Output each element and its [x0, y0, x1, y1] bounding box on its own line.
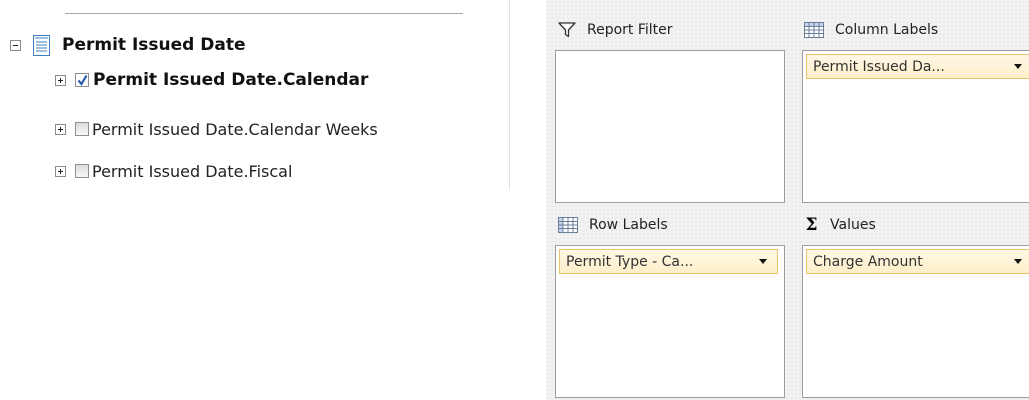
tree-item-label: Permit Issued Date.Calendar [93, 70, 369, 90]
fiscal-checkbox[interactable] [75, 164, 89, 178]
tree-node-permit-issued-date[interactable]: Permit Issued Date [10, 31, 245, 59]
column-labels-header: Column Labels [804, 16, 938, 44]
top-divider [65, 13, 463, 14]
panel-separator [509, 0, 510, 190]
row-labels-header: Row Labels [558, 211, 668, 239]
report-filter-area[interactable] [555, 50, 785, 203]
check-icon [77, 74, 88, 86]
values-field-pill[interactable]: Charge Amount [806, 249, 1029, 274]
dropdown-arrow-icon[interactable] [1014, 64, 1022, 69]
tree-node-label: Permit Issued Date [62, 35, 246, 55]
dropdown-arrow-icon[interactable] [1014, 259, 1022, 264]
expand-icon[interactable] [55, 165, 66, 177]
row-labels-area[interactable]: Permit Type - Ca... [555, 245, 785, 398]
tree-item-calendar[interactable]: Permit Issued Date.Calendar [55, 66, 368, 94]
tree-item-calendar-weeks[interactable]: Permit Issued Date.Calendar Weeks [55, 115, 378, 143]
pivot-areas-panel: Report Filter Column Labels Permit Issue… [546, 0, 1029, 400]
sigma-icon: Σ [805, 215, 818, 235]
document-icon [33, 34, 50, 56]
tree-item-label: Permit Issued Date.Fiscal [92, 161, 293, 181]
column-grid-icon [804, 22, 824, 38]
field-list-panel: Permit Issued Date Permit Issued Date.Ca… [0, 0, 520, 400]
row-labels-title: Row Labels [589, 217, 668, 233]
tree-item-label: Permit Issued Date.Calendar Weeks [92, 119, 378, 139]
values-area[interactable]: Charge Amount [802, 245, 1029, 398]
tree-item-fiscal[interactable]: Permit Issued Date.Fiscal [55, 157, 292, 185]
expand-icon[interactable] [55, 74, 66, 86]
values-header: Σ Values [804, 211, 876, 239]
row-field-label: Permit Type - Ca... [566, 253, 694, 270]
report-filter-header: Report Filter [558, 16, 673, 44]
column-field-label: Permit Issued Da... [813, 58, 945, 75]
values-title: Values [830, 217, 876, 233]
calendar-weeks-checkbox[interactable] [75, 122, 89, 136]
values-field-label: Charge Amount [813, 253, 923, 270]
row-grid-icon [558, 217, 578, 233]
column-labels-area[interactable]: Permit Issued Da... [802, 50, 1029, 203]
expand-icon[interactable] [55, 123, 66, 135]
calendar-checkbox[interactable] [75, 73, 89, 87]
row-field-pill[interactable]: Permit Type - Ca... [559, 249, 778, 274]
column-field-pill[interactable]: Permit Issued Da... [806, 54, 1029, 79]
column-labels-title: Column Labels [835, 22, 939, 38]
dropdown-arrow-icon[interactable] [759, 259, 767, 264]
report-filter-title: Report Filter [587, 22, 673, 38]
collapse-icon[interactable] [10, 39, 21, 51]
filter-icon [558, 22, 576, 38]
